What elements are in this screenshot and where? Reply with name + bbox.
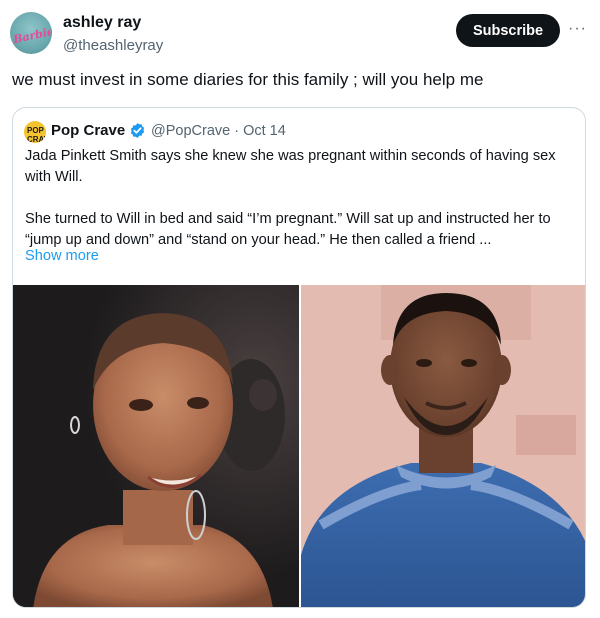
author-handle[interactable]: @theashleyray bbox=[63, 37, 163, 54]
quoted-tweet[interactable]: POP CRAVE Pop Crave @PopCrave · Oct 14 J… bbox=[12, 107, 586, 608]
quote-meta: @PopCrave · Oct 14 bbox=[151, 123, 286, 139]
jada-photo-illustration bbox=[13, 285, 299, 607]
will-photo[interactable] bbox=[301, 285, 585, 607]
quote-body: Jada Pinkett Smith says she knew she was… bbox=[25, 146, 577, 251]
avatar-logo-text: Barbie bbox=[12, 24, 52, 47]
more-options-icon[interactable]: ··· bbox=[568, 20, 587, 38]
jada-photo[interactable] bbox=[13, 285, 299, 607]
quote-handle[interactable]: @PopCrave bbox=[151, 123, 230, 139]
author-avatar[interactable]: Barbie bbox=[10, 12, 52, 54]
quote-avatar[interactable]: POP CRAVE bbox=[24, 121, 46, 143]
quote-date[interactable]: Oct 14 bbox=[243, 123, 286, 139]
quote-avatar-logo: POP CRAVE bbox=[27, 126, 46, 143]
quote-paragraph-1: Jada Pinkett Smith says she knew she was… bbox=[25, 148, 556, 185]
show-more-link[interactable]: Show more bbox=[25, 248, 99, 264]
will-photo-illustration bbox=[301, 285, 585, 607]
tweet-text: we must invest in some diaries for this … bbox=[12, 70, 484, 89]
quote-paragraph-2: She turned to Will in bed and said “I’m … bbox=[25, 211, 551, 248]
author-name[interactable]: ashley ray bbox=[63, 14, 141, 32]
quote-author-name[interactable]: Pop Crave bbox=[51, 122, 125, 139]
verified-badge-icon bbox=[130, 123, 145, 138]
subscribe-button[interactable]: Subscribe bbox=[456, 14, 560, 47]
meta-separator: · bbox=[234, 123, 244, 139]
